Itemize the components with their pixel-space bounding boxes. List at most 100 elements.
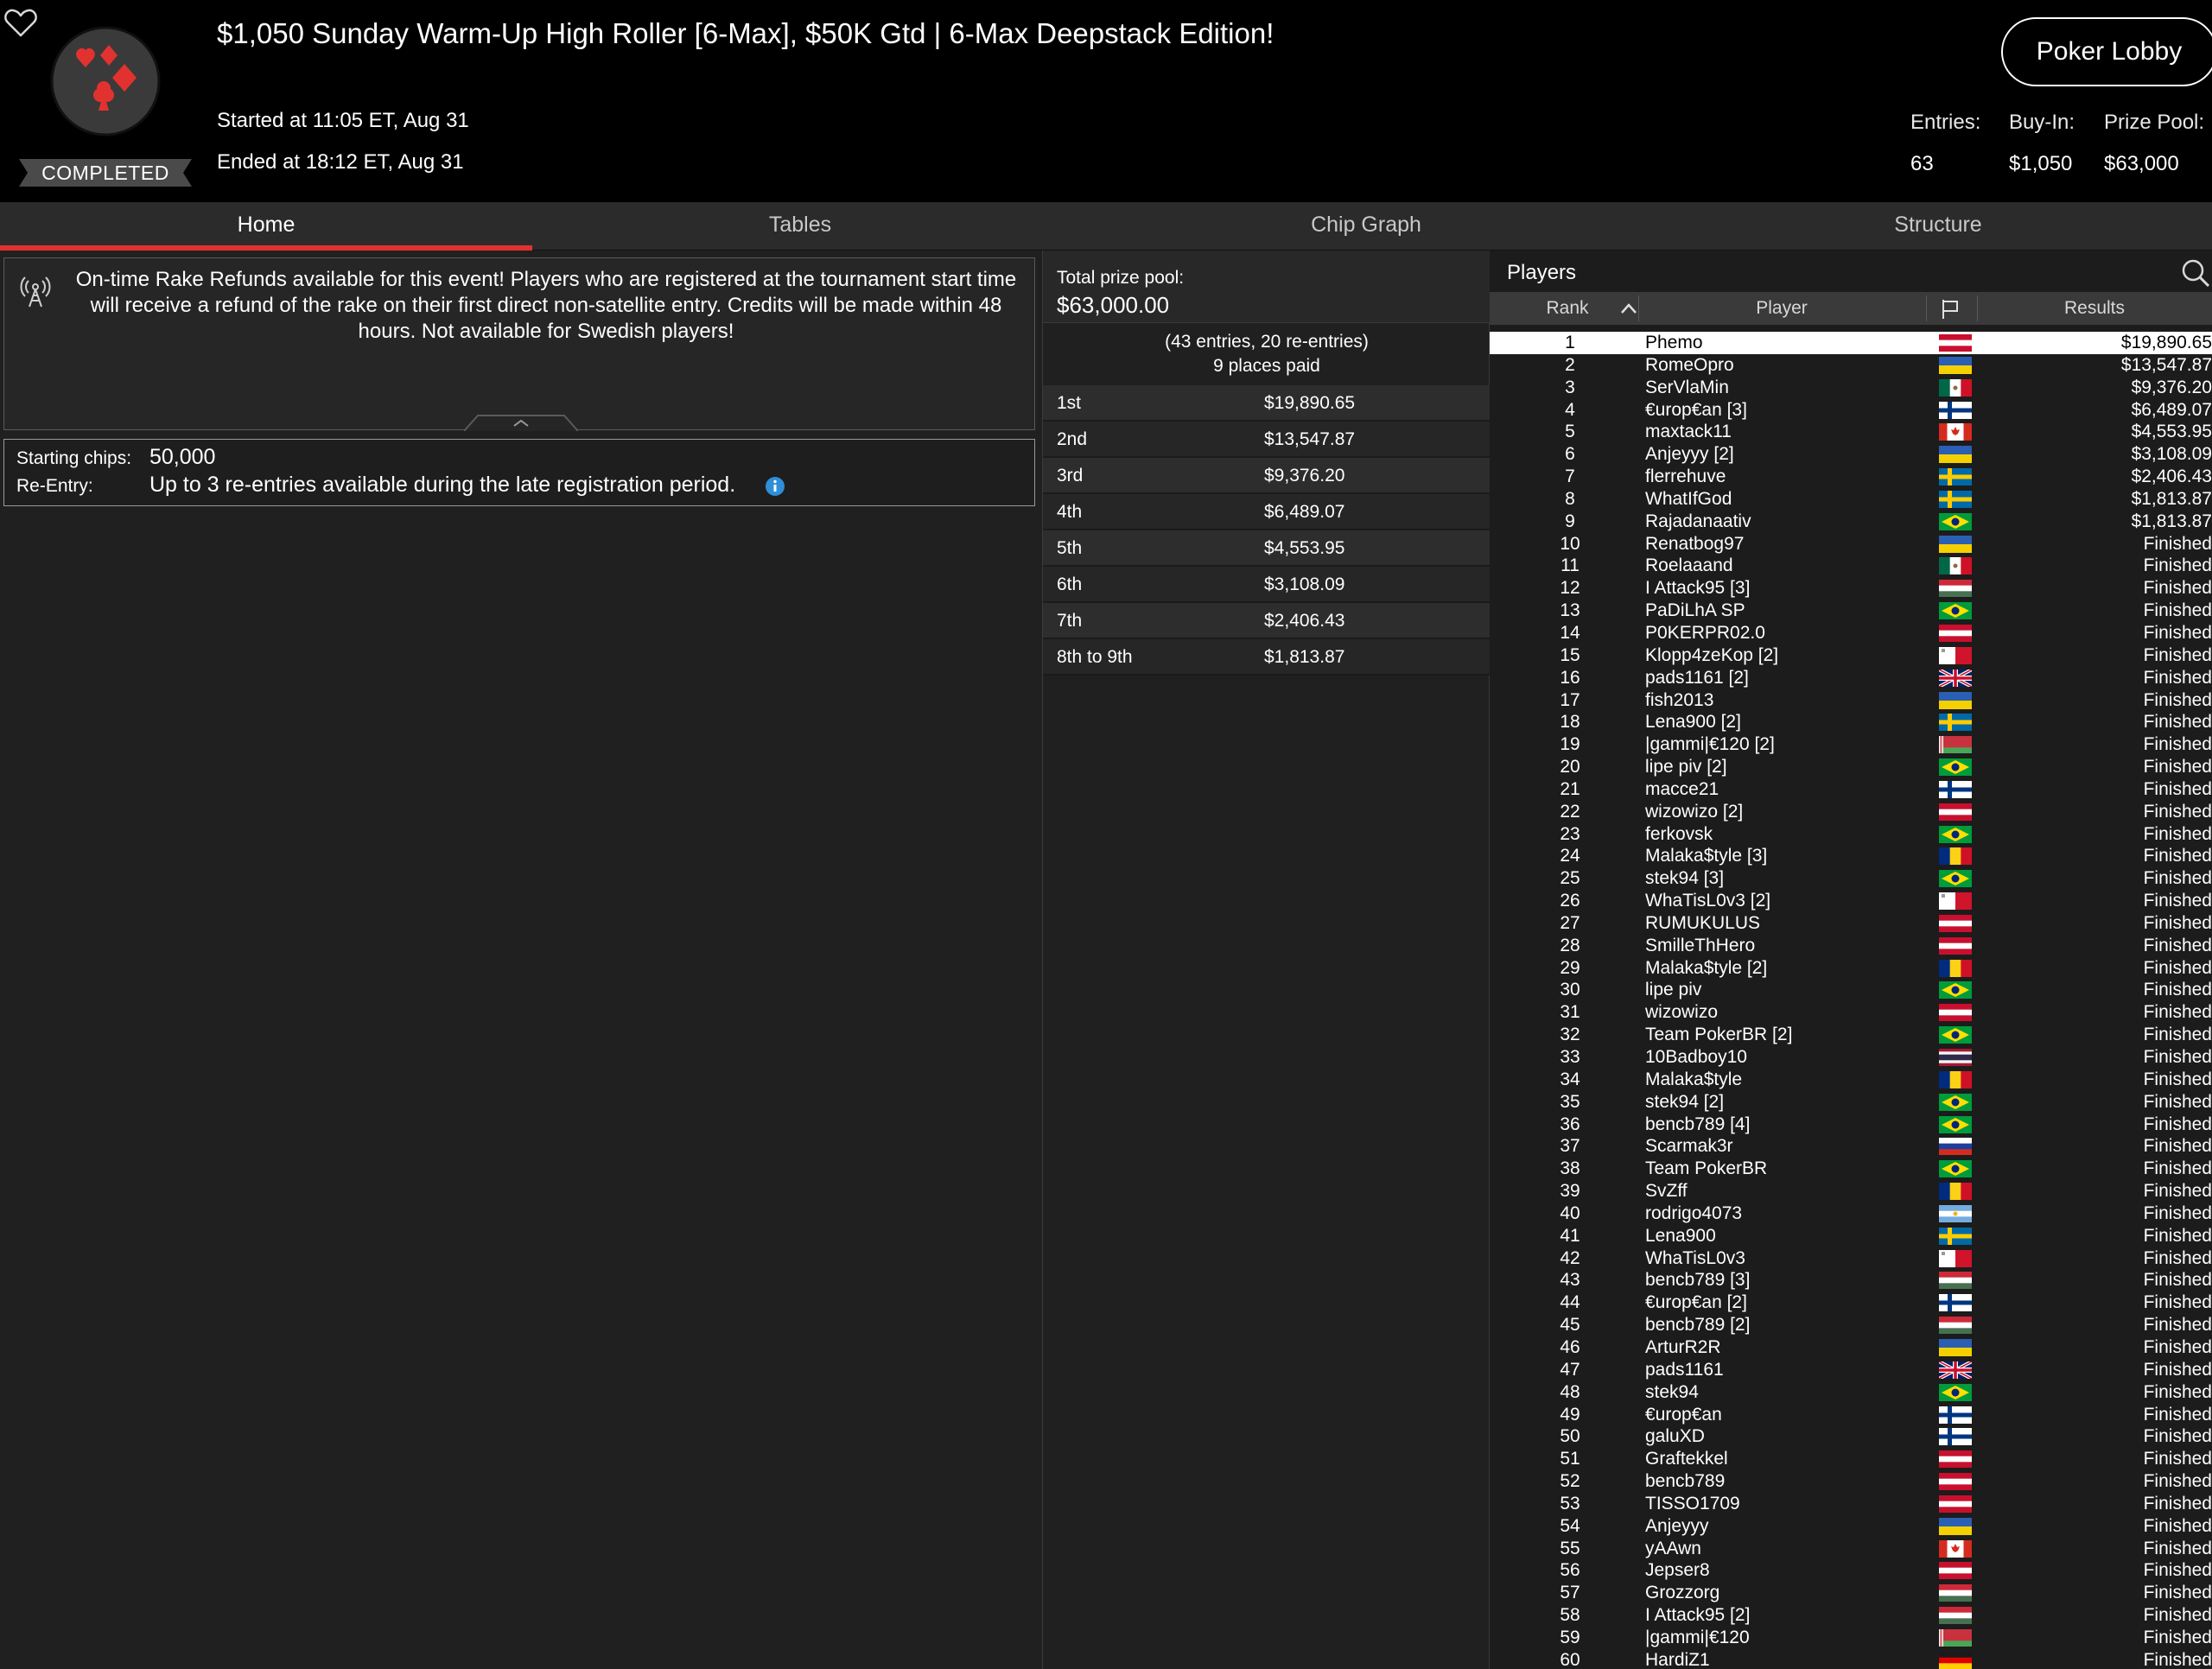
payout-position: 8th to 9th xyxy=(1057,647,1133,667)
player-row[interactable]: 7 flerrehuve $2,406.43 xyxy=(1490,466,2212,488)
player-row[interactable]: 25 stek94 [3] Finished xyxy=(1490,867,2212,891)
country-flag-icon xyxy=(1939,646,1972,664)
player-row[interactable]: 55 yAAwn Finished xyxy=(1490,1537,2212,1560)
player-row[interactable]: 5 maxtack11 $4,553.95 xyxy=(1490,421,2212,444)
player-row[interactable]: 53 TISSO1709 Finished xyxy=(1490,1492,2212,1515)
player-row[interactable]: 9 Rajadanaativ $1,813.87 xyxy=(1490,510,2212,533)
player-row[interactable]: 11 Roelaaand Finished xyxy=(1490,555,2212,578)
player-row[interactable]: 51 Graftekkel Finished xyxy=(1490,1448,2212,1471)
player-row[interactable]: 57 Grozzorg Finished xyxy=(1490,1582,2212,1605)
player-rank: 8 xyxy=(1565,488,1575,509)
player-row[interactable]: 37 Scarmak3r Finished xyxy=(1490,1135,2212,1158)
player-row[interactable]: 27 RUMUKULUS Finished xyxy=(1490,911,2212,935)
player-column-header[interactable]: Player xyxy=(1638,292,1925,325)
player-row[interactable]: 41 Lena900 Finished xyxy=(1490,1224,2212,1247)
entries-summary: (43 entries, 20 re-entries) 9 places pai… xyxy=(1043,330,1491,378)
player-row[interactable]: 38 Team PokerBR Finished xyxy=(1490,1158,2212,1181)
player-name: lipe piv [2] xyxy=(1645,757,1727,777)
player-row[interactable]: 8 WhatIfGod $1,813.87 xyxy=(1490,487,2212,511)
player-row[interactable]: 43 bencb789 [3] Finished xyxy=(1490,1269,2212,1292)
country-flag-icon xyxy=(1939,1004,1972,1022)
player-row[interactable]: 17 fish2013 Finished xyxy=(1490,689,2212,712)
player-row[interactable]: 40 rodrigo4073 Finished xyxy=(1490,1202,2212,1225)
player-name: I Attack95 [3] xyxy=(1645,578,1751,599)
tab-chip-graph[interactable]: Chip Graph xyxy=(1068,202,1664,251)
country-flag-icon xyxy=(1939,981,1972,999)
player-rank: 33 xyxy=(1560,1047,1580,1067)
player-row[interactable]: 34 Malaka$tyle Finished xyxy=(1490,1068,2212,1091)
player-row[interactable]: 50 galuXD Finished xyxy=(1490,1425,2212,1449)
poker-lobby-button[interactable]: Poker Lobby xyxy=(2001,17,2212,86)
player-row[interactable]: 42 WhaTisL0v3 Finished xyxy=(1490,1247,2212,1270)
country-flag-icon xyxy=(1939,959,1972,977)
country-flag-icon xyxy=(1939,1227,1972,1245)
payout-list: 1st $19,890.65 2nd $13,547.87 3rd $9,376.20 4t… xyxy=(1043,385,1491,676)
tab-structure[interactable]: Structure xyxy=(1664,202,2212,251)
player-row[interactable]: 30 lipe piv Finished xyxy=(1490,979,2212,1002)
player-name: Graftekkel xyxy=(1645,1449,1728,1469)
payout-row: 6th $3,108.09 xyxy=(1043,567,1491,603)
player-rank: 4 xyxy=(1565,399,1575,420)
player-row[interactable]: 59 |gammi|€120 Finished xyxy=(1490,1626,2212,1649)
player-row[interactable]: 45 bencb789 [2] Finished xyxy=(1490,1314,2212,1336)
player-row[interactable]: 16 pads1161 [2] Finished xyxy=(1490,666,2212,689)
player-row[interactable]: 18 Lena900 [2] Finished xyxy=(1490,711,2212,734)
player-row[interactable]: 33 10Badboy10 Finished xyxy=(1490,1046,2212,1069)
payout-row: 5th $4,553.95 xyxy=(1043,530,1491,567)
prize-pool-value: $63,000 xyxy=(2104,152,2179,175)
player-row[interactable]: 29 Malaka$tyle [2] Finished xyxy=(1490,956,2212,980)
country-flag-icon xyxy=(1939,580,1972,598)
player-name: TISSO1709 xyxy=(1645,1493,1740,1514)
player-result: Finished xyxy=(2143,578,2212,599)
player-result: Finished xyxy=(2143,1471,2212,1492)
player-row[interactable]: 47 pads1161 Finished xyxy=(1490,1358,2212,1381)
player-row[interactable]: 36 bencb789 [4] Finished xyxy=(1490,1113,2212,1136)
player-row[interactable]: 23 ferkovsk Finished xyxy=(1490,822,2212,846)
player-row[interactable]: 35 stek94 [2] Finished xyxy=(1490,1090,2212,1114)
prize-pool-header: Total prize pool: $63,000.00 xyxy=(1043,251,1491,323)
player-row[interactable]: 19 |gammi|€120 [2] Finished xyxy=(1490,733,2212,757)
player-row[interactable]: 28 SmilleThHero Finished xyxy=(1490,934,2212,957)
country-flag-icon xyxy=(1939,1249,1972,1267)
country-flag-icon xyxy=(1939,1494,1972,1513)
sort-ascending-icon[interactable] xyxy=(1619,301,1638,316)
player-row[interactable]: 48 stek94 Finished xyxy=(1490,1380,2212,1404)
tab-home[interactable]: Home xyxy=(0,202,532,251)
results-column-header[interactable]: Results xyxy=(1977,292,2212,325)
player-row[interactable]: 13 PaDiLhA SP Finished xyxy=(1490,600,2212,622)
player-row[interactable]: 20 lipe piv [2] Finished xyxy=(1490,756,2212,778)
player-rank: 34 xyxy=(1560,1069,1580,1089)
tab-tables[interactable]: Tables xyxy=(532,202,1068,251)
player-row[interactable]: 46 ArturR2R Finished xyxy=(1490,1336,2212,1359)
player-name: Jepser8 xyxy=(1645,1560,1710,1581)
player-row[interactable]: 2 RomeOpro $13,547.87 xyxy=(1490,353,2212,377)
search-icon[interactable] xyxy=(2177,256,2212,290)
info-icon[interactable] xyxy=(765,476,785,497)
player-row[interactable]: 24 Malaka$tyle [3] Finished xyxy=(1490,845,2212,868)
player-row[interactable]: 32 Team PokerBR [2] Finished xyxy=(1490,1024,2212,1046)
player-row[interactable]: 10 Renatbog97 Finished xyxy=(1490,532,2212,555)
player-row[interactable]: 14 P0KERPR02.0 Finished xyxy=(1490,621,2212,644)
player-row[interactable]: 26 WhaTisL0v3 [2] Finished xyxy=(1490,890,2212,912)
player-row[interactable]: 21 macce21 Finished xyxy=(1490,777,2212,801)
player-row[interactable]: 44 €urop€an [2] Finished xyxy=(1490,1291,2212,1315)
player-row[interactable]: 56 Jepser8 Finished xyxy=(1490,1559,2212,1583)
player-row[interactable]: 52 bencb789 Finished xyxy=(1490,1470,2212,1493)
player-row[interactable]: 15 Klopp4zeKop [2] Finished xyxy=(1490,644,2212,667)
collapse-notice-button[interactable] xyxy=(464,414,578,431)
player-row[interactable]: 31 wizowizo Finished xyxy=(1490,1001,2212,1025)
player-row[interactable]: 58 I Attack95 [2] Finished xyxy=(1490,1604,2212,1627)
player-row[interactable]: 22 wizowizo [2] Finished xyxy=(1490,800,2212,823)
favorite-heart-icon[interactable] xyxy=(3,7,38,38)
player-row[interactable]: 60 HardiZ1 Finished xyxy=(1490,1648,2212,1669)
flag-column-icon[interactable] xyxy=(1939,298,1961,320)
reentry-label: Re-Entry: xyxy=(16,476,93,496)
player-row[interactable]: 12 I Attack95 [3] Finished xyxy=(1490,577,2212,600)
player-row[interactable]: 1 Phemo $19,890.65 xyxy=(1490,332,2212,354)
player-row[interactable]: 3 SerVlaMin $9,376.20 xyxy=(1490,376,2212,399)
player-row[interactable]: 4 €urop€an [3] $6,489.07 xyxy=(1490,398,2212,422)
player-row[interactable]: 39 SvZff Finished xyxy=(1490,1180,2212,1203)
player-row[interactable]: 6 Anjeyyy [2] $3,108.09 xyxy=(1490,443,2212,466)
player-row[interactable]: 49 €urop€an Finished xyxy=(1490,1403,2212,1426)
player-row[interactable]: 54 Anjeyyy Finished xyxy=(1490,1514,2212,1538)
